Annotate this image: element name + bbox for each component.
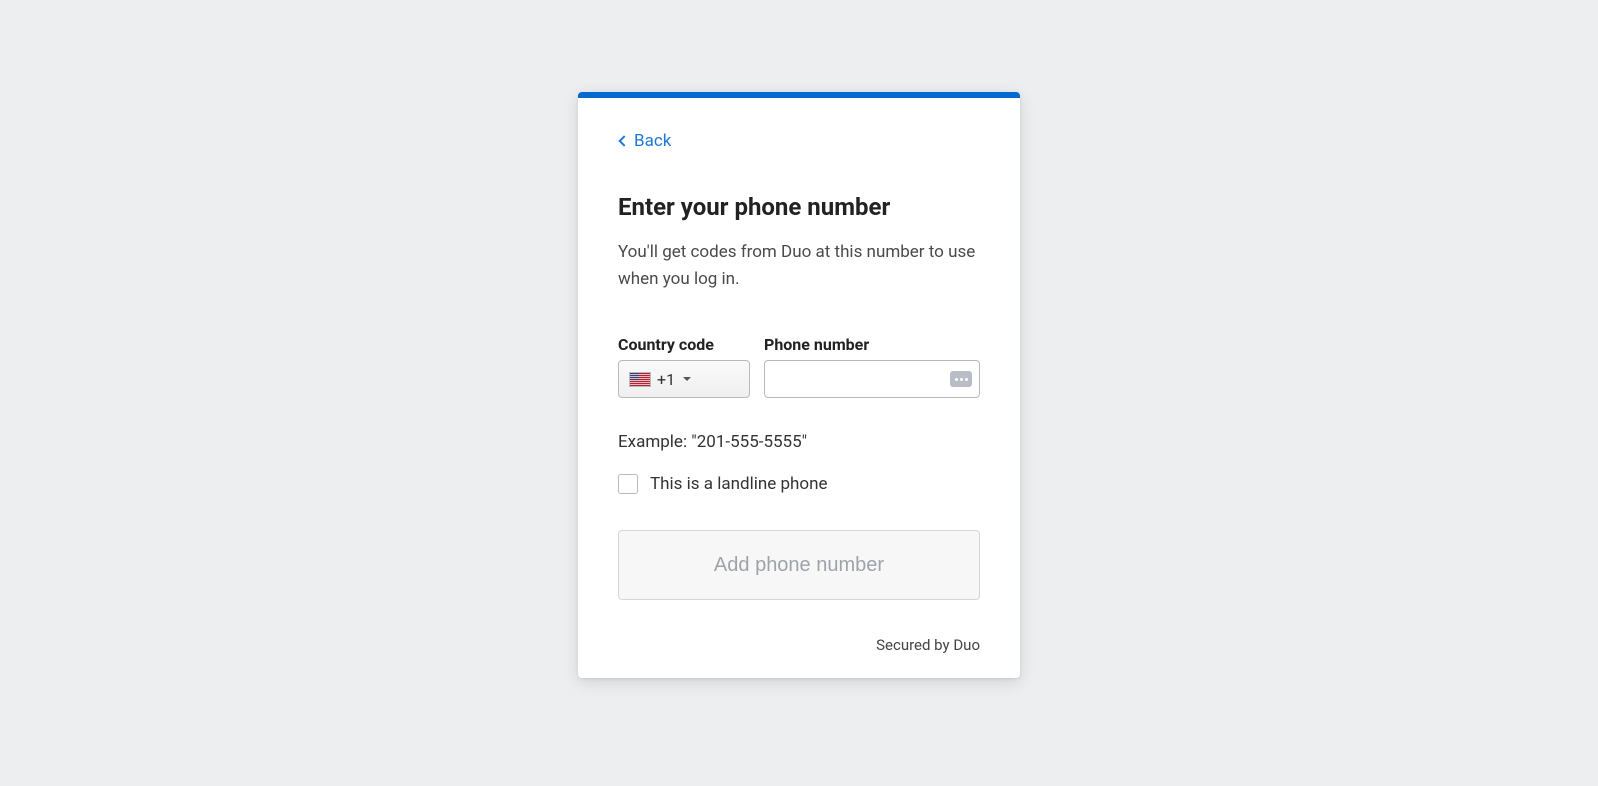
landline-label: This is a landline phone <box>650 474 827 494</box>
footer-text: Secured by Duo <box>618 636 980 654</box>
phone-setup-card: Back Enter your phone number You'll get … <box>578 92 1020 678</box>
country-code-group: Country code +1 <box>618 335 750 398</box>
back-label: Back <box>634 131 671 151</box>
phone-fields-row: Country code +1 Phone number <box>618 335 980 398</box>
example-text: Example: "201-555-5555" <box>618 432 980 452</box>
chevron-left-icon <box>618 135 629 146</box>
phone-number-label: Phone number <box>764 335 980 354</box>
country-code-value: +1 <box>657 370 675 389</box>
landline-checkbox[interactable] <box>618 474 638 494</box>
landline-row: This is a landline phone <box>618 474 980 494</box>
autofill-icon[interactable] <box>950 371 972 387</box>
page-subtitle: You'll get codes from Duo at this number… <box>618 239 980 293</box>
country-code-label: Country code <box>618 335 750 354</box>
country-code-select[interactable]: +1 <box>618 360 750 398</box>
us-flag-icon <box>629 372 651 387</box>
phone-input-wrap <box>764 360 980 398</box>
page-title: Enter your phone number <box>618 193 980 221</box>
phone-number-group: Phone number <box>764 335 980 398</box>
chevron-down-icon <box>683 377 691 381</box>
add-phone-button[interactable]: Add phone number <box>618 530 980 600</box>
phone-number-input[interactable] <box>764 360 980 398</box>
back-button[interactable]: Back <box>618 131 671 151</box>
